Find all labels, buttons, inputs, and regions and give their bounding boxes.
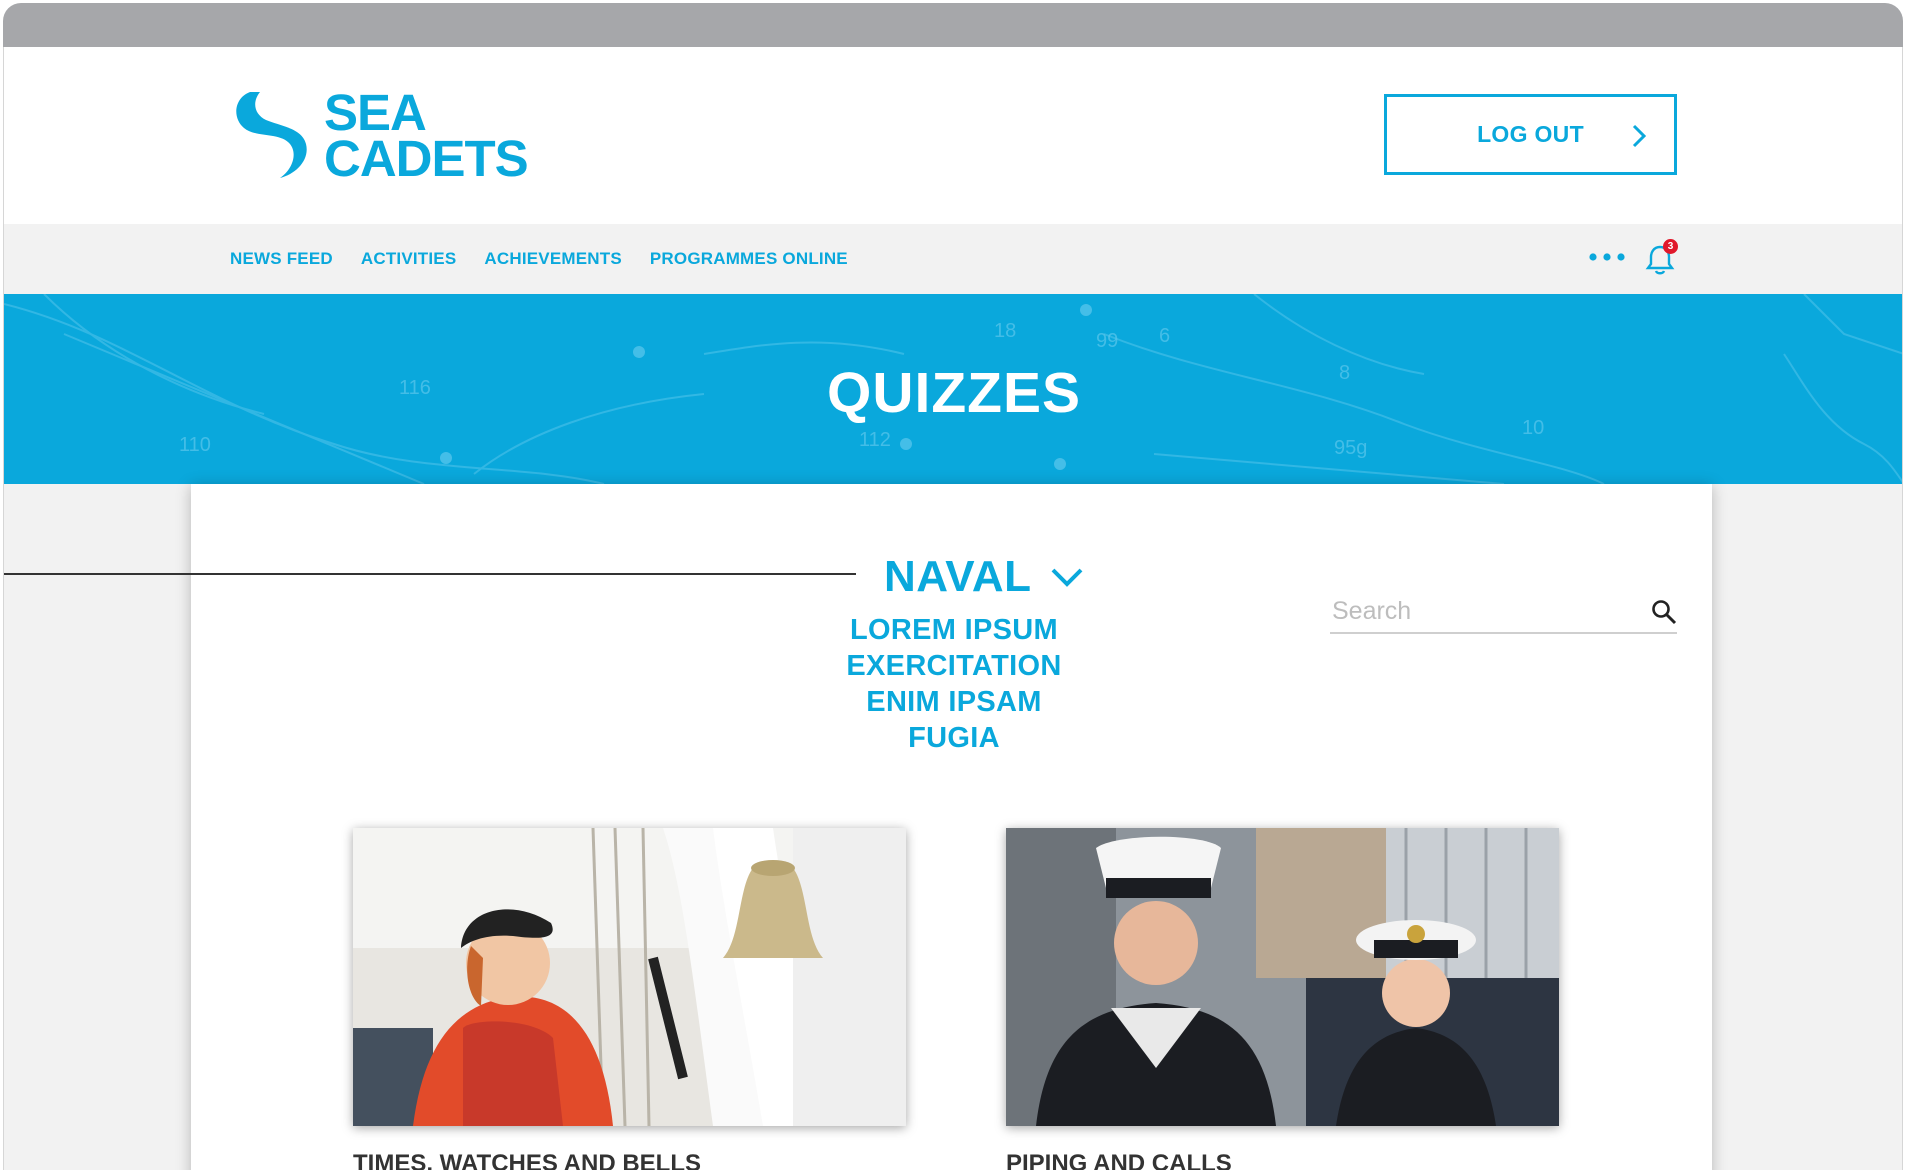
svg-text:95g: 95g — [1334, 437, 1367, 459]
notification-badge: 3 — [1663, 239, 1678, 254]
logout-button[interactable]: LOG OUT — [1384, 94, 1677, 175]
nav-item-programmes-online[interactable]: PROGRAMMES ONLINE — [650, 249, 848, 269]
svg-text:112: 112 — [859, 429, 891, 451]
logout-label: LOG OUT — [1477, 121, 1584, 147]
category-selected: NAVAL — [884, 552, 1032, 601]
nav-items: NEWS FEED ACTIVITIES ACHIEVEMENTS PROGRA… — [230, 224, 876, 294]
quiz-title[interactable]: TIMES, WATCHES AND BELLS — [353, 1150, 953, 1170]
browser-top-bar — [3, 3, 1903, 47]
quiz-title[interactable]: PIPING AND CALLS — [1006, 1150, 1606, 1170]
svg-text:6: 6 — [1159, 325, 1170, 347]
logo-line-2: CADETS — [324, 130, 529, 187]
page-hero: 18 99 6 116 112 110 8 10 95g QUIZZES — [4, 294, 1902, 484]
category-dropdown[interactable]: NAVAL — [884, 552, 1084, 602]
chevron-right-icon — [1632, 124, 1647, 148]
nav-item-activities[interactable]: ACTIVITIES — [361, 249, 457, 269]
search-icon[interactable] — [1651, 599, 1677, 625]
notifications-button[interactable]: 3 — [1645, 239, 1679, 275]
category-options: LOREM IPSUM EXERCITATION ENIM IPSAM FUGI… — [804, 612, 1104, 756]
category-option-enim-ipsam[interactable]: ENIM IPSAM — [804, 684, 1104, 720]
chevron-down-icon — [1051, 568, 1082, 587]
logo-wave-icon — [236, 92, 307, 178]
quiz-photo-piping — [1006, 828, 1559, 1126]
site-header: SEA CADETS LOG OUT — [4, 47, 1902, 224]
divider-line — [4, 573, 856, 575]
search-box — [1330, 592, 1677, 634]
svg-text:18: 18 — [994, 320, 1016, 342]
search-input[interactable] — [1330, 592, 1630, 630]
category-option-fugia[interactable]: FUGIA — [804, 720, 1104, 756]
category-option-lorem-ipsum[interactable]: LOREM IPSUM — [804, 612, 1104, 648]
category-option-exercitation[interactable]: EXERCITATION — [804, 648, 1104, 684]
more-icon[interactable] — [1587, 249, 1627, 265]
quiz-photo-bell — [353, 828, 906, 1126]
nav-item-achievements[interactable]: ACHIEVEMENTS — [484, 249, 621, 269]
app-window: SEA CADETS LOG OUT NEWS FEED ACTIVITIES … — [3, 47, 1903, 1170]
logo-wordmark: SEA CADETS — [324, 87, 529, 187]
svg-text:99: 99 — [1096, 330, 1118, 352]
nav-item-news-feed[interactable]: NEWS FEED — [230, 249, 333, 269]
main-nav: NEWS FEED ACTIVITIES ACHIEVEMENTS PROGRA… — [4, 224, 1902, 294]
page-title: QUIZZES — [826, 361, 1081, 425]
svg-text:110: 110 — [179, 434, 211, 456]
sea-cadets-logo[interactable]: SEA CADETS — [230, 87, 550, 188]
